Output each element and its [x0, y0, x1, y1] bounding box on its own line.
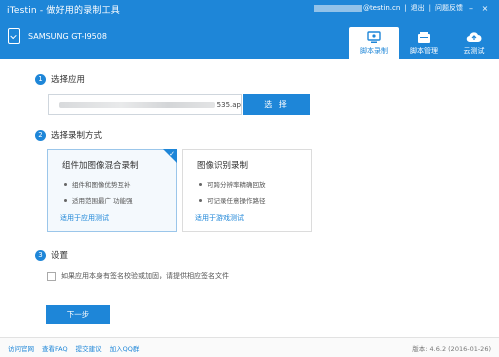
user-email: @testin.cn	[313, 4, 401, 12]
mode-bullet: 可跨分辨率精确回放	[195, 179, 311, 189]
mode-title: 图像识别录制	[197, 161, 249, 171]
device-name: SAMSUNG GT-I9508	[28, 31, 107, 41]
mode-card-image[interactable]: 图像识别录制 可跨分辨率精确回放 可记录任意操作路径 适用于游戏测试	[182, 149, 312, 232]
apk-path-suffix: 535.ap	[216, 100, 241, 109]
step3-heading: 3 设置	[35, 249, 68, 261]
step2-heading: 2 选择录制方式	[35, 129, 102, 141]
tab-cloud-test[interactable]: 云测试	[449, 27, 499, 59]
mode-bullet: 组件和图像优势互补	[60, 179, 176, 189]
footer-links: 访问官网 查看FAQ 提交建议 加入QQ群	[8, 343, 147, 353]
tab-script-manage[interactable]: 脚本管理	[399, 27, 449, 59]
tab-label: 云测试	[463, 47, 485, 55]
choose-button[interactable]: 选 择	[243, 94, 310, 115]
main-tabs: 脚本录制 脚本管理 云测试	[349, 27, 499, 59]
mode-link[interactable]: 适用于游戏测试	[195, 213, 311, 223]
footer-link-qq[interactable]: 加入QQ群	[110, 343, 140, 353]
app-title: iTestin - 做好用的录制工具	[7, 6, 120, 16]
tab-label: 脚本管理	[410, 47, 438, 55]
cloud-icon	[466, 30, 482, 44]
manage-icon	[417, 30, 431, 44]
next-button[interactable]: 下一步	[46, 305, 110, 324]
device-info: SAMSUNG GT-I9508	[8, 28, 107, 44]
minimize-icon[interactable]: –	[465, 4, 477, 13]
divider: |	[428, 4, 431, 12]
step2-number: 2	[35, 129, 46, 141]
step1-heading: 1 选择应用	[35, 73, 85, 85]
tab-script-record[interactable]: 脚本录制	[349, 27, 399, 59]
email-redaction	[313, 4, 362, 12]
mode-card-hybrid[interactable]: ✓ 组件加图像混合录制 组件和图像优势互补 适用范围最广 功能强 适用于应用测试	[47, 149, 177, 232]
divider: |	[404, 4, 407, 12]
step3-title: 设置	[51, 251, 69, 261]
step1-number: 1	[35, 73, 46, 85]
record-icon	[367, 30, 381, 44]
footer-link-website[interactable]: 访问官网	[8, 343, 34, 353]
feedback-link[interactable]: 问题反馈	[435, 3, 463, 13]
signature-checkbox-row[interactable]: 如果应用本身有签名校验或加固，请提供相应签名文件	[47, 271, 229, 281]
mode-bullet: 可记录任意操作路径	[195, 195, 311, 205]
step2-title: 选择录制方式	[51, 131, 103, 141]
close-icon[interactable]: ×	[479, 4, 491, 13]
signature-checkbox-label: 如果应用本身有签名校验或加固，请提供相应签名文件	[61, 272, 229, 280]
signature-checkbox[interactable]	[47, 271, 56, 281]
mode-title: 组件加图像混合录制	[62, 161, 139, 171]
step1-title: 选择应用	[51, 75, 86, 85]
check-icon: ✓	[169, 150, 175, 158]
footer-link-suggest[interactable]: 提交建议	[76, 343, 102, 353]
step3-number: 3	[35, 249, 46, 261]
mode-bullet: 适用范围最广 功能强	[60, 195, 176, 205]
logout-link[interactable]: 退出	[411, 3, 425, 13]
blurred-path	[59, 101, 215, 108]
footer-link-faq[interactable]: 查看FAQ	[42, 343, 68, 353]
top-links: @testin.cn | 退出 | 问题反馈 – ×	[313, 3, 491, 13]
tab-label: 脚本录制	[360, 47, 388, 55]
device-connected-icon	[8, 28, 20, 44]
apk-path-input[interactable]: 535.ap	[48, 94, 242, 115]
footer: 访问官网 查看FAQ 提交建议 加入QQ群 版本: 4.6.2 (2016-01…	[0, 337, 499, 357]
user-email-domain: @testin.cn	[362, 4, 401, 12]
app-header: iTestin - 做好用的录制工具 @testin.cn | 退出 | 问题反…	[0, 0, 499, 59]
version-label: 版本: 4.6.2 (2016-01-26)	[412, 345, 491, 353]
mode-link[interactable]: 适用于应用测试	[60, 213, 176, 223]
